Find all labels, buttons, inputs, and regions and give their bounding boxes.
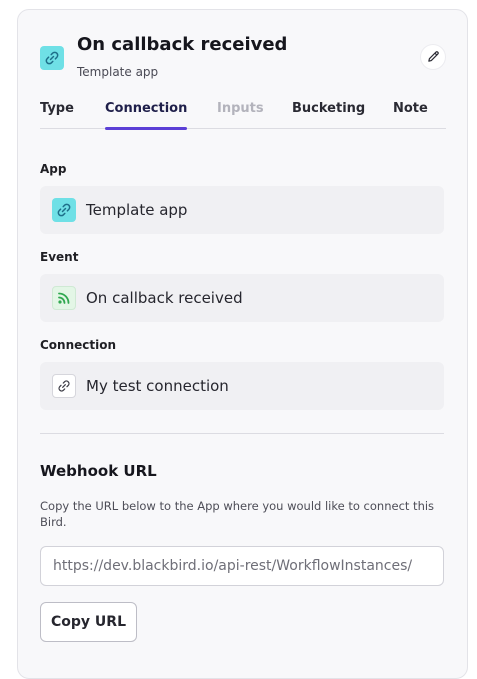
trigger-config-panel: On callback received Template app Type C…	[17, 9, 468, 679]
edit-button[interactable]	[420, 44, 446, 70]
pencil-icon	[427, 48, 440, 67]
link-icon	[40, 46, 64, 70]
app-selector[interactable]: Template app	[40, 186, 444, 234]
connection-value: My test connection	[86, 377, 229, 395]
section-divider	[40, 433, 444, 434]
event-selector[interactable]: On callback received	[40, 274, 444, 322]
connection-field-label: Connection	[40, 338, 117, 352]
tab-connection[interactable]: Connection	[105, 101, 188, 130]
copy-url-button[interactable]: Copy URL	[40, 602, 137, 642]
app-value: Template app	[86, 201, 188, 219]
tab-bar: Type Connection Inputs Bucketing Note	[40, 101, 446, 130]
connection-selector[interactable]: My test connection	[40, 362, 444, 410]
tab-bucketing[interactable]: Bucketing	[292, 101, 365, 129]
link-icon	[52, 198, 76, 222]
page-subtitle: Template app	[77, 65, 159, 79]
tab-inputs[interactable]: Inputs	[217, 101, 264, 129]
webhook-url-field[interactable]	[40, 546, 444, 586]
chain-link-icon	[52, 374, 76, 398]
webhook-section-title: Webhook URL	[40, 462, 157, 480]
webhook-description: Copy the URL below to the App where you …	[40, 499, 435, 529]
panel-header: On callback received Template app	[40, 34, 446, 84]
app-field-label: App	[40, 162, 67, 176]
tab-note[interactable]: Note	[393, 101, 428, 129]
tab-type[interactable]: Type	[40, 101, 74, 129]
event-value: On callback received	[86, 289, 243, 307]
event-field-label: Event	[40, 250, 79, 264]
page-title: On callback received	[77, 34, 288, 55]
rss-feed-icon	[52, 286, 76, 310]
